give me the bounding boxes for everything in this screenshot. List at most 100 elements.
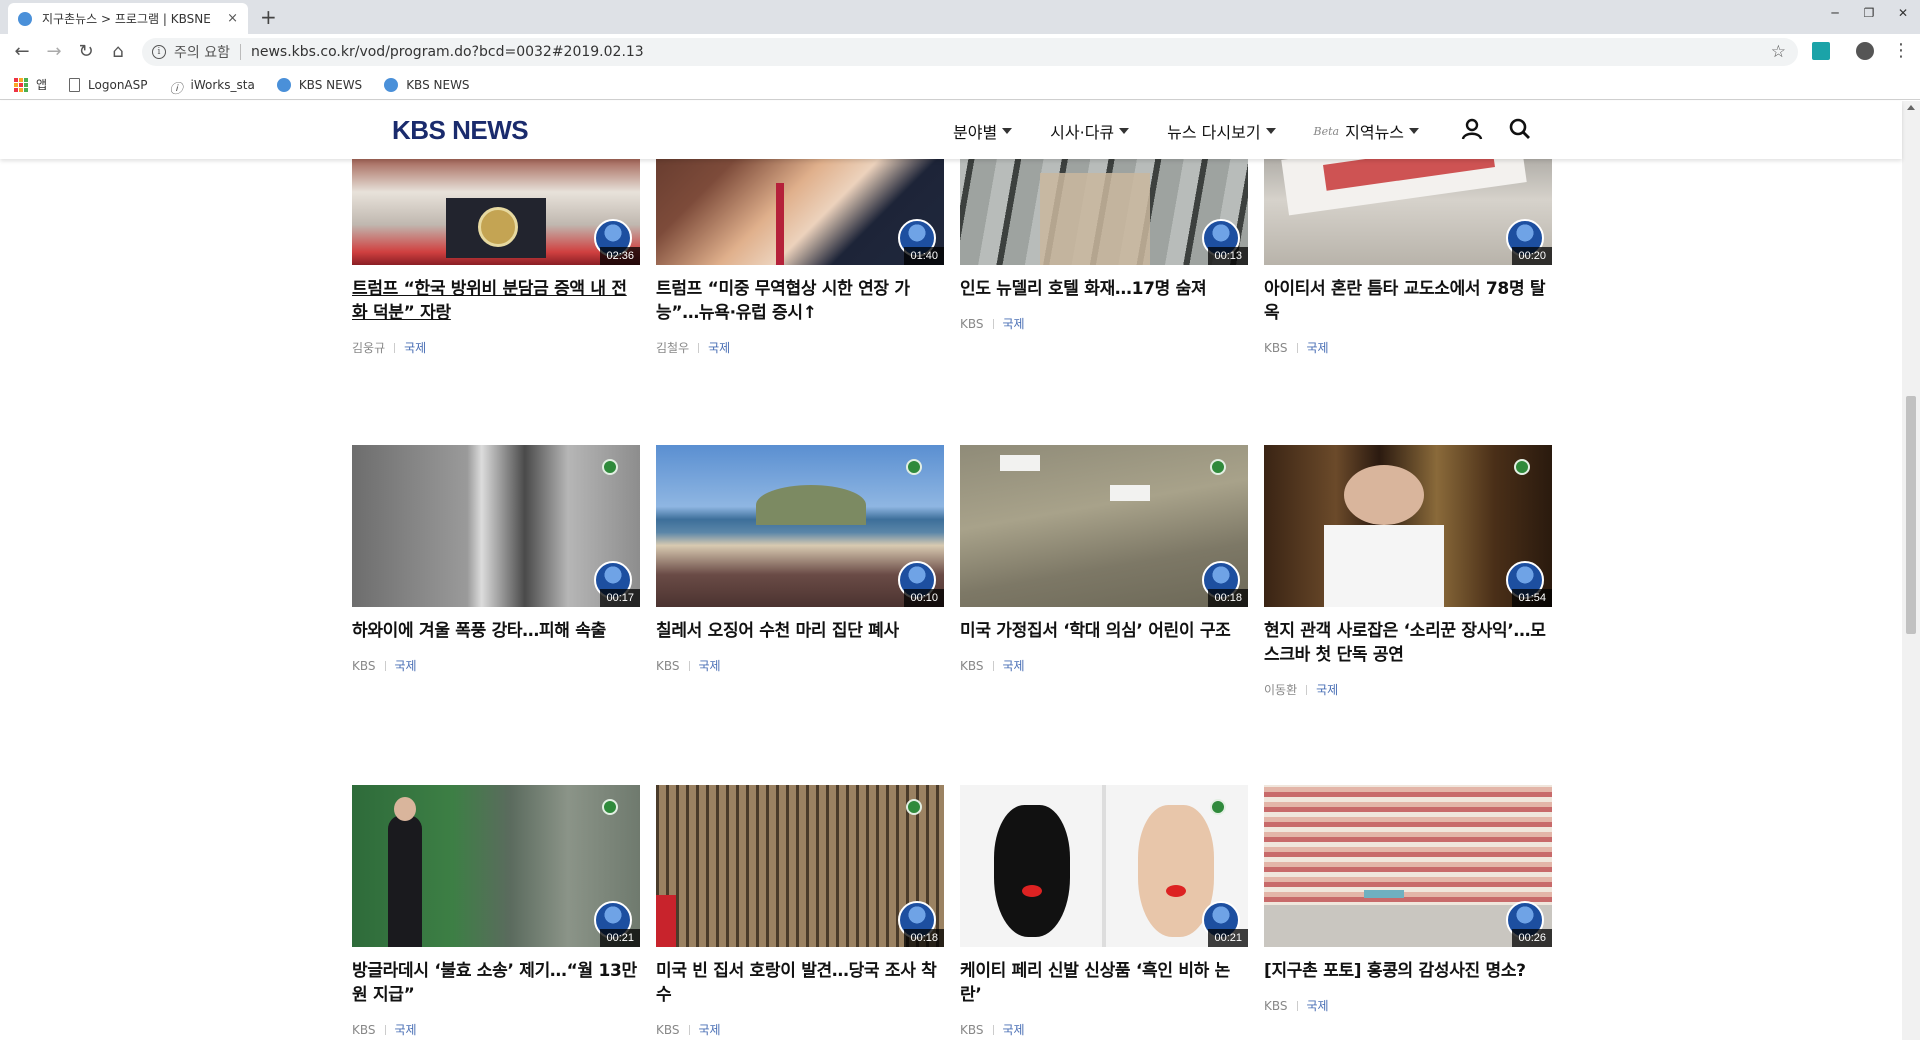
video-title[interactable]: 칠레서 오징어 수천 마리 집단 폐사 [656,619,944,643]
video-thumbnail[interactable]: 00:17 [352,445,640,607]
video-card[interactable]: 00:13 인도 뉴델리 호텔 화재…17명 숨져 KBS 국제 [960,159,1248,332]
duration-badge: 00:18 [1208,589,1248,607]
video-card[interactable]: 00:21 방글라데시 ‘불효 소송’ 제기…“월 13만 원 지급” KBS … [352,785,640,1038]
video-thumbnail[interactable]: 00:18 [960,445,1248,607]
video-thumbnail[interactable]: 00:26 [1264,785,1552,947]
video-title[interactable]: 아이티서 혼란 틈타 교도소에서 78명 탈옥 [1264,277,1552,325]
search-icon[interactable] [1508,117,1532,141]
anchor-shape [388,815,422,947]
bookmark-apps[interactable]: 앱 [14,76,47,93]
minimize-icon[interactable]: ─ [1818,2,1852,24]
video-thumbnail[interactable]: 00:20 [1264,159,1552,265]
video-title[interactable]: 트럼프 “한국 방위비 분담금 증액 내 전화 덕분” 자랑 [352,277,640,325]
category-link[interactable]: 국제 [699,657,721,674]
bookmark-label: 앱 [36,78,48,92]
info-icon[interactable]: i [152,45,166,59]
kbs-favicon-icon [18,11,32,26]
browser-tab[interactable]: 지구촌뉴스 > 프로그램 | KBSNE × [8,3,248,34]
category-link[interactable]: 국제 [395,1021,417,1038]
reload-icon[interactable]: ↻ [74,41,98,62]
video-title[interactable]: 트럼프 “미중 무역협상 시한 연장 가능”…뉴욕·유럽 증시↑ [656,277,944,325]
nav-item-local-news[interactable]: Beta 지역뉴스 [1314,119,1420,143]
bookmark-kbs-news-1[interactable]: KBS NEWS [276,77,362,92]
forward-icon[interactable]: → [42,41,66,62]
video-title[interactable]: 인도 뉴델리 호텔 화재…17명 숨져 [960,277,1248,301]
video-title[interactable]: 미국 빈 집서 호랑이 발견…당국 조사 착수 [656,959,944,1007]
video-title[interactable]: 현지 관객 사로잡은 ‘소리꾼 장사익’…모스크바 첫 단독 공연 [1264,619,1552,667]
video-title[interactable]: 방글라데시 ‘불효 소송’ 제기…“월 13만 원 지급” [352,959,640,1007]
address-bar[interactable]: i 주의 요함 news.kbs.co.kr/vod/program.do?bc… [142,38,1798,66]
nav-label: 분야별 [953,123,998,142]
house-shape [1110,485,1150,501]
anchor-head-shape [394,797,416,821]
video-thumbnail[interactable]: 00:21 [352,785,640,947]
video-thumbnail[interactable]: 00:18 [656,785,944,947]
account-icon[interactable] [1856,42,1874,60]
back-icon[interactable]: ← [10,41,34,62]
category-link[interactable]: 국제 [1003,1021,1025,1038]
kbs-news-logo[interactable]: KBS NEWS [392,115,529,146]
video-card[interactable]: 00:10 칠레서 오징어 수천 마리 집단 폐사 KBS 국제 [656,445,944,674]
video-card[interactable]: 02:36 트럼프 “한국 방위비 분담금 증액 내 전화 덕분” 자랑 김웅규… [352,159,640,356]
category-link[interactable]: 국제 [708,339,730,356]
video-thumbnail[interactable]: 01:40 [656,159,944,265]
close-window-icon[interactable]: ✕ [1886,2,1920,24]
lips-shape [1166,885,1186,897]
video-thumbnail[interactable]: 01:54 [1264,445,1552,607]
extension-icon[interactable] [1812,42,1830,60]
new-tab-button[interactable]: + [260,5,277,29]
user-icon[interactable] [1460,117,1484,141]
video-meta: KBS 국제 [656,1021,944,1038]
category-link[interactable]: 국제 [404,339,426,356]
category-link[interactable]: 국제 [699,1021,721,1038]
video-title[interactable]: 하와이에 겨울 폭풍 강타…피해 속출 [352,619,640,643]
video-thumbnail[interactable]: 00:21 [960,785,1248,947]
video-card[interactable]: 00:21 케이티 페리 신발 신상품 ‘흑인 비하 논란’ KBS 국제 [960,785,1248,1038]
duration-badge: 01:54 [1512,589,1552,607]
video-thumbnail[interactable]: 00:13 [960,159,1248,265]
url-text[interactable]: news.kbs.co.kr/vod/program.do?bcd=0032#2… [251,44,644,60]
category-link[interactable]: 국제 [395,657,417,674]
duration-badge: 00:26 [1512,929,1552,947]
video-title[interactable]: 미국 가정집서 ‘학대 의심’ 어린이 구조 [960,619,1248,643]
video-card[interactable]: 00:18 미국 가정집서 ‘학대 의심’ 어린이 구조 KBS 국제 [960,445,1248,674]
caret-down-icon [1119,128,1130,134]
bookmark-iworks[interactable]: ⓘ iWorks_sta [169,78,255,97]
category-link[interactable]: 국제 [1003,657,1025,674]
author: KBS [960,1022,984,1037]
video-title[interactable]: 케이티 페리 신발 신상품 ‘흑인 비하 논란’ [960,959,1248,1007]
video-card[interactable]: 01:54 현지 관객 사로잡은 ‘소리꾼 장사익’…모스크바 첫 단독 공연 … [1264,445,1552,698]
category-link[interactable]: 국제 [1316,681,1338,698]
black-shoe-shape [994,805,1070,937]
video-card[interactable]: 00:18 미국 빈 집서 호랑이 발견…당국 조사 착수 KBS 국제 [656,785,944,1038]
bookmark-logonasp[interactable]: LogonASP [69,77,148,92]
author: KBS [656,1022,680,1037]
bookmark-kbs-news-2[interactable]: KBS NEWS [384,77,470,92]
tab-close-icon[interactable]: × [227,11,238,26]
video-card[interactable]: 00:20 아이티서 혼란 틈타 교도소에서 78명 탈옥 KBS 국제 [1264,159,1552,356]
video-card[interactable]: 00:26 [지구촌 포토] 홍콩의 감성사진 명소? KBS 국제 [1264,785,1552,1014]
video-card[interactable]: 01:40 트럼프 “미중 무역협상 시한 연장 가능”…뉴욕·유럽 증시↑ 김… [656,159,944,356]
scrollbar-thumb[interactable] [1906,396,1916,634]
category-link[interactable]: 국제 [1307,339,1329,356]
nav-item-current-affairs[interactable]: 시사·다큐 [1050,119,1130,143]
restore-icon[interactable]: ❐ [1852,2,1886,24]
home-icon[interactable]: ⌂ [106,41,130,62]
iworks-icon: ⓘ [169,81,183,97]
omnibox-divider [239,44,241,60]
video-thumbnail[interactable]: 00:10 [656,445,944,607]
video-thumbnail[interactable]: 02:36 [352,159,640,265]
video-card[interactable]: 00:17 하와이에 겨울 폭풍 강타…피해 속출 KBS 국제 [352,445,640,674]
video-grid: 02:36 트럼프 “한국 방위비 분담금 증액 내 전화 덕분” 자랑 김웅규… [0,159,1902,1040]
duration-badge: 00:13 [1208,247,1248,265]
video-title[interactable]: [지구촌 포토] 홍콩의 감성사진 명소? [1264,959,1552,983]
browser-menu-icon[interactable]: ⋮ [1892,40,1910,61]
nav-item-categories[interactable]: 분야별 [953,119,1013,143]
category-link[interactable]: 국제 [1307,997,1329,1014]
scroll-up-icon[interactable] [1907,105,1915,110]
nav-item-news-replay[interactable]: 뉴스 다시보기 [1167,119,1276,143]
page-icon [69,77,81,92]
category-link[interactable]: 국제 [1003,315,1025,332]
page-scrollbar[interactable] [1902,101,1920,1040]
bookmark-star-icon[interactable]: ☆ [1771,42,1786,62]
